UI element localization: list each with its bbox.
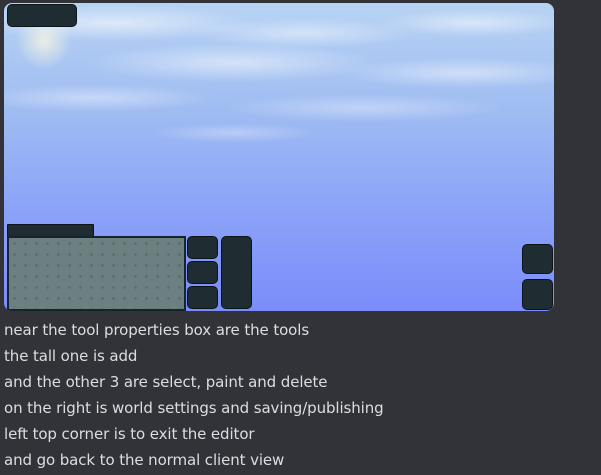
chat-message: near the tool properties box are the too… [0, 0, 601, 475]
tool-properties-box [7, 236, 186, 311]
exit-editor-button [7, 4, 77, 27]
paint-tool-button [187, 261, 218, 284]
save-publish-button [522, 279, 553, 310]
message-line: on the right is world settings and savin… [4, 399, 384, 417]
message-line: and go back to the normal client view [4, 451, 285, 469]
message-line: near the tool properties box are the too… [4, 321, 310, 339]
message-text: near the tool properties box are the too… [4, 317, 594, 473]
select-tool-button [187, 236, 218, 259]
world-settings-button [522, 244, 553, 274]
image-attachment[interactable] [4, 3, 554, 311]
message-line: the tall one is add [4, 347, 138, 365]
message-line: and the other 3 are select, paint and de… [4, 373, 328, 391]
delete-tool-button [187, 286, 218, 309]
add-tool-button [221, 236, 252, 309]
message-line: left top corner is to exit the editor [4, 425, 255, 443]
